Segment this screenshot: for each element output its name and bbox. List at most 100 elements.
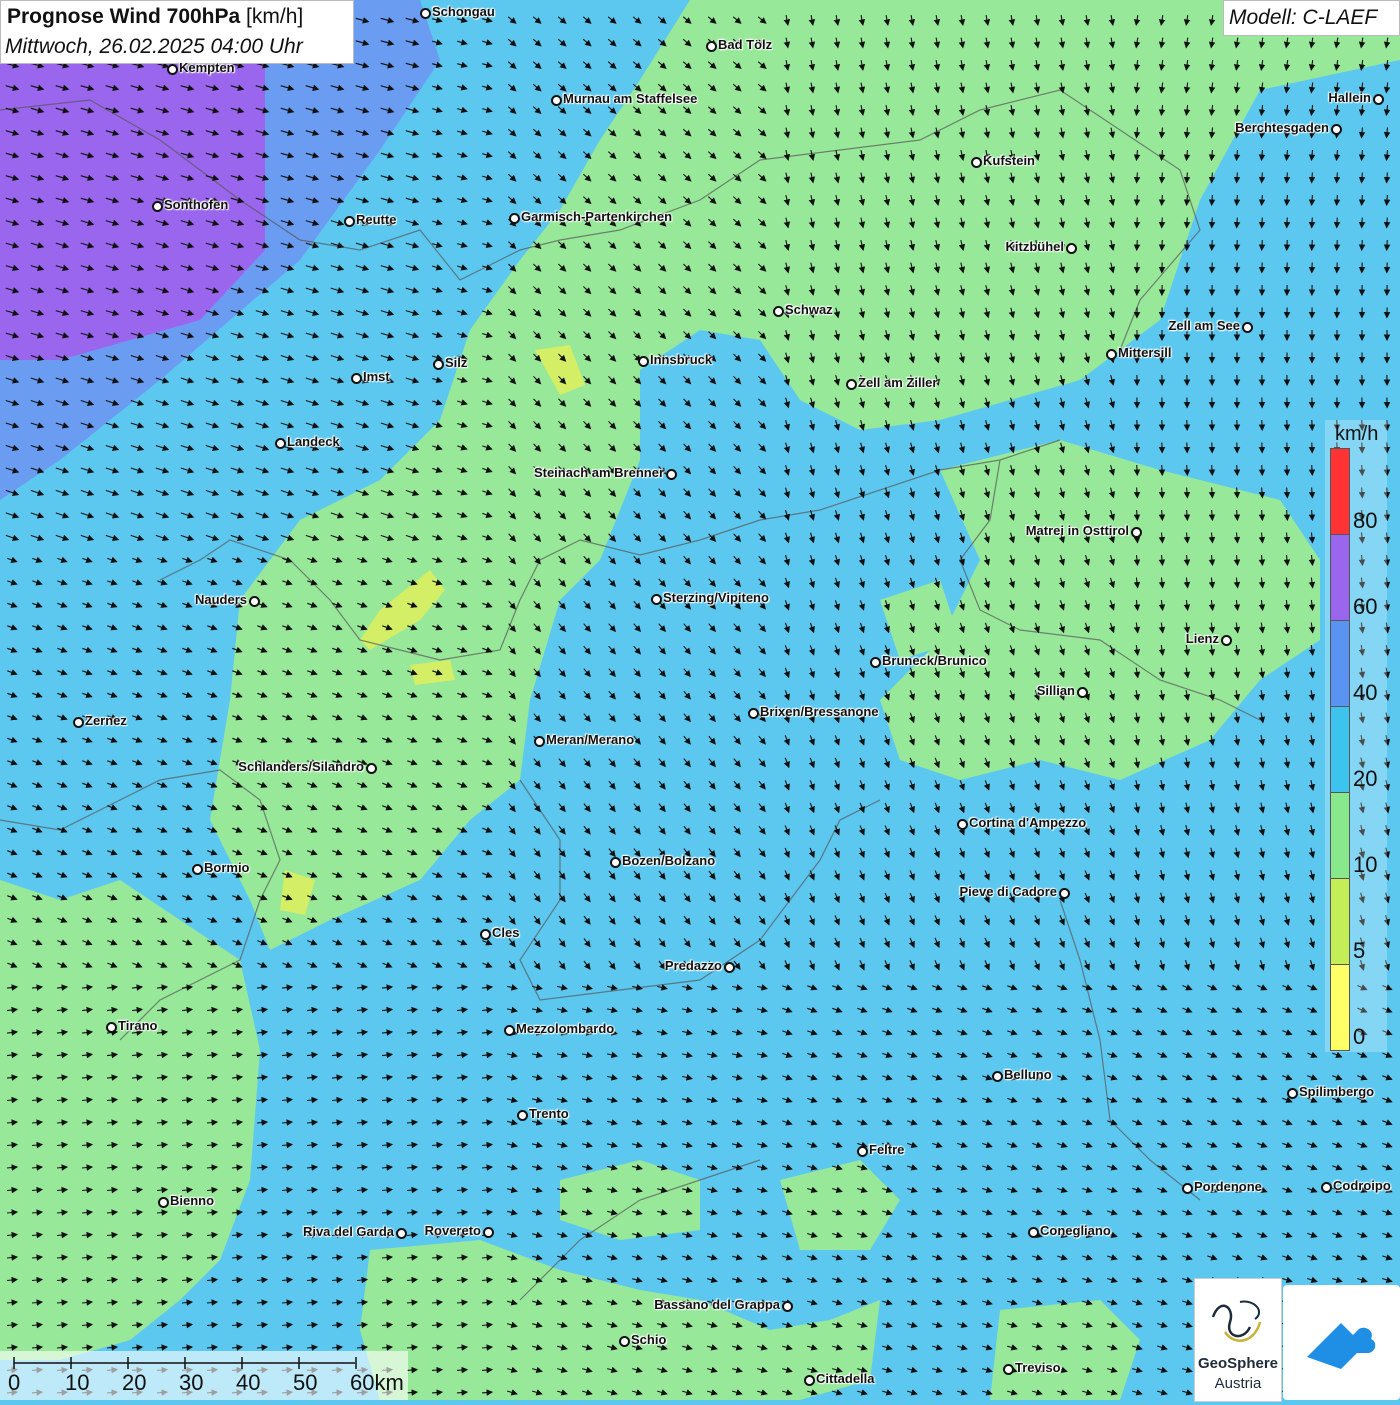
app-logo[interactable]	[1283, 1285, 1400, 1400]
city-dot-icon	[1077, 687, 1088, 698]
city-label: Cittadella	[816, 1371, 875, 1386]
city-label: Hallein	[1328, 90, 1371, 105]
wind-arrow	[1337, 218, 1338, 228]
wind-arrow	[1212, 465, 1213, 475]
city-label: Cles	[492, 925, 519, 940]
city-label: Feltre	[869, 1142, 904, 1157]
city-label: Conegliano	[1040, 1223, 1111, 1238]
city-label: Sillian	[1037, 683, 1075, 698]
city-label: Berchtesgaden	[1235, 120, 1329, 135]
geosphere-logo[interactable]: GeoSphere Austria	[1194, 1278, 1282, 1402]
city-dot-icon	[509, 213, 520, 224]
city-label: Bormio	[204, 860, 250, 875]
wind-arrow	[1362, 240, 1363, 250]
city-dot-icon	[1321, 1182, 1332, 1193]
city-dot-icon	[1028, 1227, 1039, 1238]
wind-arrow	[1162, 465, 1163, 475]
city-label: Silz	[445, 355, 467, 370]
city-dot-icon	[152, 201, 163, 212]
city-label: Schlanders/Silandro	[238, 759, 364, 774]
city-dot-icon	[1287, 1088, 1298, 1099]
wind-arrow	[1137, 240, 1138, 250]
wind-arrow	[1162, 218, 1163, 228]
city-dot-icon	[344, 216, 355, 227]
legend-color-segment	[1330, 878, 1350, 965]
city-dot-icon	[480, 929, 491, 940]
city-label: Treviso	[1015, 1360, 1061, 1375]
city-label: Bad Tölz	[718, 37, 772, 52]
city-dot-icon	[1003, 1364, 1014, 1375]
city-label: Pordenone	[1194, 1179, 1262, 1194]
color-legend: km/h 806040201050	[1325, 420, 1387, 1052]
wind-arrow	[1262, 465, 1263, 475]
wind-arrow	[1337, 240, 1338, 250]
city-dot-icon	[804, 1375, 815, 1386]
city-dot-icon	[73, 717, 84, 728]
city-dot-icon	[551, 95, 562, 106]
scale-label: 40	[236, 1370, 260, 1396]
city-dot-icon	[971, 157, 982, 168]
logo-name: GeoSphere	[1195, 1355, 1281, 1372]
city-dot-icon	[748, 708, 759, 719]
city-label: Bassano del Grappa	[654, 1297, 780, 1312]
wind-arrow	[1262, 218, 1263, 228]
city-label: Nauders	[195, 592, 247, 607]
city-dot-icon	[651, 594, 662, 605]
city-label: Lienz	[1186, 631, 1219, 646]
city-dot-icon	[1373, 94, 1384, 105]
city-dot-icon	[992, 1071, 1003, 1082]
city-dot-icon	[534, 736, 545, 747]
city-dot-icon	[846, 379, 857, 390]
city-label: Rovereto	[425, 1223, 481, 1238]
city-dot-icon	[724, 962, 735, 973]
city-label: Cortina d'Ampezzo	[969, 815, 1086, 830]
city-label: Schongau	[432, 4, 495, 19]
legend-tick-label: 0	[1353, 1024, 1365, 1050]
city-label: Zernez	[85, 713, 127, 728]
legend-color-segment	[1330, 534, 1350, 621]
city-dot-icon	[1131, 527, 1142, 538]
legend-color-segment	[1330, 620, 1350, 707]
city-label: Steinach am Brenner	[534, 465, 664, 480]
city-dot-icon	[106, 1022, 117, 1033]
scale-bar: 0102030405060km	[0, 1351, 408, 1400]
city-dot-icon	[192, 864, 203, 875]
wind-arrow	[1212, 240, 1213, 250]
city-label: Bozen/Bolzano	[622, 853, 715, 868]
city-label: Sonthofen	[164, 197, 228, 212]
city-dot-icon	[517, 1110, 528, 1121]
legend-tick-label: 5	[1353, 938, 1365, 964]
scale-label: 60km	[350, 1370, 404, 1396]
city-label: Predazzo	[665, 958, 722, 973]
legend-tick-label: 40	[1353, 680, 1377, 706]
wind-arrow	[1312, 218, 1313, 228]
model-label-box: Modell: C-LAEF	[1223, 0, 1400, 36]
weather-app-icon	[1283, 1285, 1400, 1400]
map-title: Prognose Wind 700hPa [km/h]	[7, 5, 303, 29]
city-label: Murnau am Staffelsee	[563, 91, 697, 106]
legend-tick-label: 80	[1353, 508, 1377, 534]
city-dot-icon	[1106, 349, 1117, 360]
city-label: Imst	[363, 369, 390, 384]
scale-label: 20	[122, 1370, 146, 1396]
city-dot-icon	[610, 857, 621, 868]
city-label: Schwaz	[785, 302, 833, 317]
wind-arrow	[1387, 240, 1388, 250]
city-dot-icon	[1331, 124, 1342, 135]
wind-arrow	[1287, 240, 1288, 250]
wind-arrow	[1212, 218, 1213, 228]
city-dot-icon	[1059, 888, 1070, 899]
city-label: Codroipo	[1333, 1178, 1391, 1193]
wind-arrow	[1187, 240, 1188, 250]
legend-tick-label: 20	[1353, 766, 1377, 792]
city-dot-icon	[158, 1197, 169, 1208]
scale-label: 0	[8, 1370, 20, 1396]
wind-arrow	[1312, 465, 1313, 475]
legend-tick-label: 10	[1353, 852, 1377, 878]
city-label: Pieve di Cadore	[959, 884, 1057, 899]
wind-arrow	[1262, 240, 1263, 250]
wind-arrow	[1137, 218, 1138, 228]
wind-arrow	[1162, 240, 1163, 250]
city-dot-icon	[706, 41, 717, 52]
scale-label: 30	[179, 1370, 203, 1396]
